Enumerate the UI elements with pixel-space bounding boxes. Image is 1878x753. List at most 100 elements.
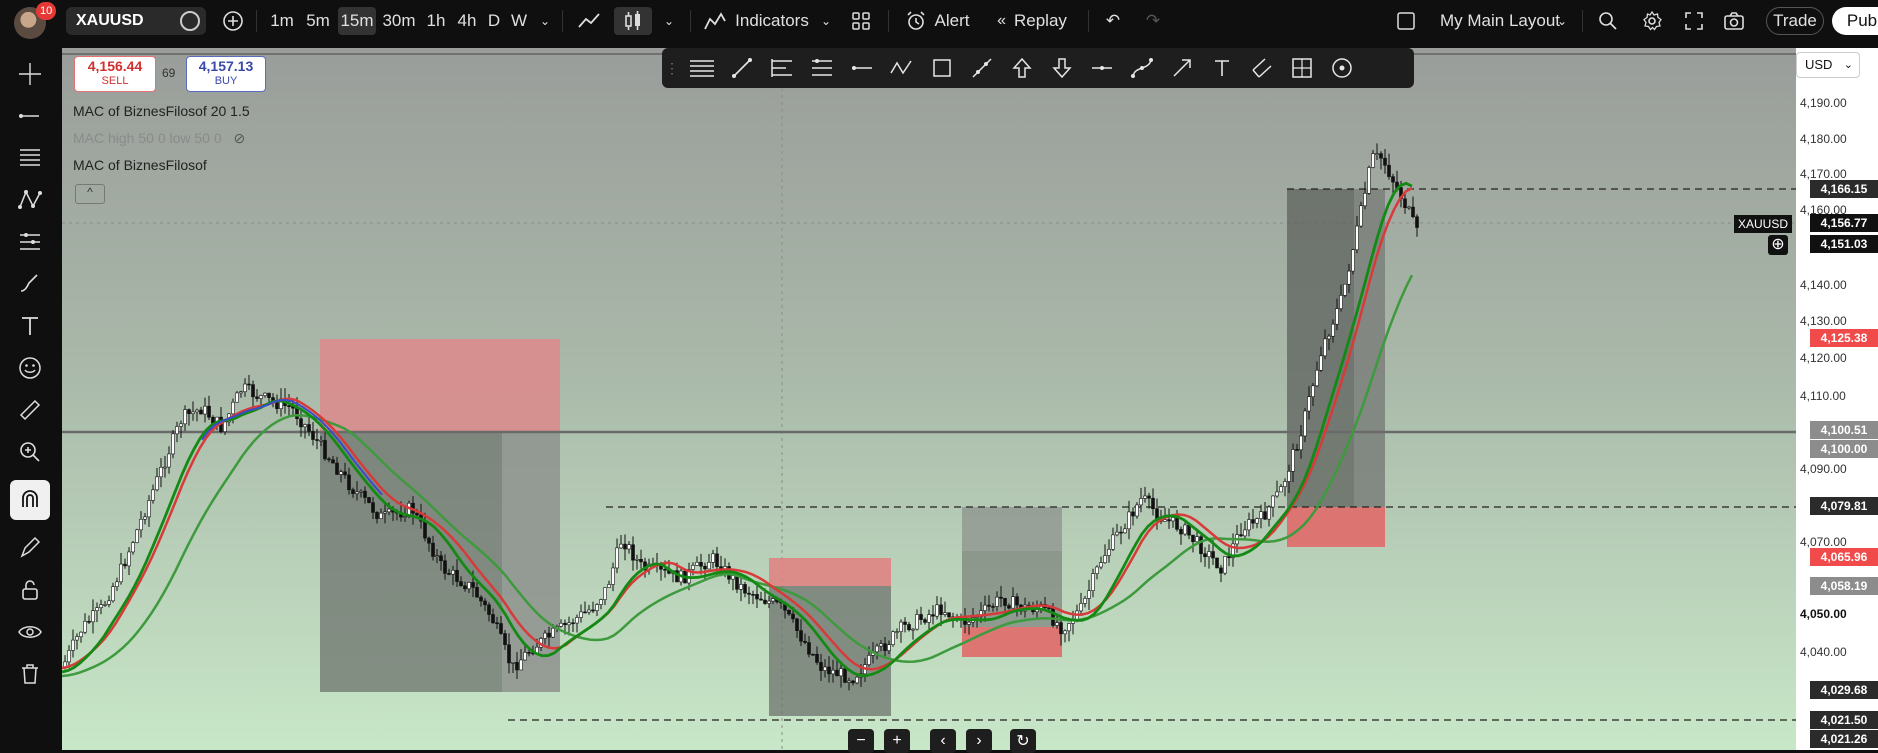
price-chart[interactable] bbox=[62, 48, 1796, 750]
tick-4050: 4,050.00 bbox=[1800, 607, 1847, 621]
crosshair-icon[interactable] bbox=[10, 54, 50, 94]
brush-icon[interactable] bbox=[10, 264, 50, 304]
timeframe-4h[interactable]: 4h bbox=[452, 7, 482, 35]
replay-button[interactable]: « Replay bbox=[990, 7, 1074, 35]
timeframe-w[interactable]: W bbox=[508, 7, 530, 35]
add-alert-plus-icon[interactable]: ⊕ bbox=[1768, 235, 1788, 255]
candle-body bbox=[883, 643, 887, 651]
magnet-icon[interactable] bbox=[10, 480, 50, 520]
extended-line-icon[interactable] bbox=[962, 48, 1002, 88]
timeframe-dropdown-icon[interactable]: ⌄ bbox=[534, 7, 556, 35]
parallel-channel-icon[interactable] bbox=[1242, 48, 1282, 88]
alert-button[interactable]: Alert bbox=[900, 7, 974, 35]
symbol-info-icon[interactable] bbox=[180, 11, 200, 31]
scroll-right-icon[interactable]: › bbox=[966, 729, 992, 753]
fib-retracement-icon[interactable] bbox=[10, 138, 50, 178]
candle-body bbox=[991, 606, 995, 608]
indicators-dropdown-icon[interactable]: ⌄ bbox=[816, 7, 836, 35]
layout-dropdown-icon[interactable]: ⌄ bbox=[1552, 7, 1572, 35]
long-position-stop-zone bbox=[962, 627, 1062, 657]
arrow-up-icon[interactable] bbox=[1002, 48, 1042, 88]
candle-body bbox=[1267, 506, 1271, 520]
candle-body bbox=[711, 553, 715, 563]
reset-chart-icon[interactable]: ↻ bbox=[1010, 729, 1036, 753]
timeframe-30m[interactable]: 30m bbox=[380, 7, 418, 35]
scroll-left-icon[interactable]: ‹ bbox=[930, 729, 956, 753]
forecast-tools-icon[interactable] bbox=[10, 222, 50, 262]
candle-chart-icon[interactable] bbox=[614, 7, 652, 35]
path-tool-icon[interactable] bbox=[882, 48, 922, 88]
trend-line-icon[interactable] bbox=[10, 96, 50, 136]
chart-canvas[interactable] bbox=[62, 48, 1796, 750]
eye-icon[interactable] bbox=[10, 612, 50, 652]
emoji-icon[interactable] bbox=[10, 348, 50, 388]
fullscreen-icon[interactable] bbox=[1680, 7, 1708, 35]
arrow-down-icon[interactable] bbox=[1042, 48, 1082, 88]
currency-select[interactable]: USD ⌄ bbox=[1796, 52, 1860, 78]
curve-tool-icon[interactable] bbox=[1122, 48, 1162, 88]
candle-body bbox=[79, 631, 83, 638]
timeframe-1m[interactable]: 1m bbox=[266, 7, 298, 35]
collapse-legend-chevron-icon[interactable]: ^ bbox=[75, 184, 105, 204]
hidden-eye-icon[interactable]: ⊘ bbox=[234, 130, 246, 146]
horizontal-lines-icon[interactable] bbox=[682, 48, 722, 88]
lock-drawings-pencil-icon[interactable] bbox=[10, 528, 50, 568]
pattern-icon[interactable] bbox=[10, 180, 50, 220]
symbol-search[interactable]: XAUUSD bbox=[66, 7, 206, 35]
indicator-legend-3[interactable]: MAC of BiznesFilosof bbox=[73, 157, 207, 173]
tick-4190: 4,190.00 bbox=[1800, 96, 1847, 110]
add-symbol-icon[interactable] bbox=[220, 7, 246, 35]
undo-icon[interactable]: ↶ bbox=[1100, 7, 1126, 35]
timeframe-1h[interactable]: 1h bbox=[422, 7, 450, 35]
trade-button[interactable]: Trade bbox=[1766, 7, 1824, 35]
templates-grid-icon[interactable] bbox=[848, 7, 874, 35]
zoom-out-icon[interactable]: − bbox=[848, 729, 874, 753]
candle-body bbox=[1347, 270, 1351, 285]
quick-search-icon[interactable] bbox=[1594, 7, 1622, 35]
line-chart-icon[interactable] bbox=[572, 7, 606, 35]
settings-gear-icon[interactable] bbox=[1638, 7, 1666, 35]
zoom-in-button-icon[interactable]: + bbox=[884, 729, 910, 753]
buy-button[interactable]: 4,157.13 BUY bbox=[186, 56, 266, 92]
candle-body bbox=[463, 585, 467, 590]
arrow-tool-icon[interactable] bbox=[1162, 48, 1202, 88]
settings-circle-icon[interactable] bbox=[1322, 48, 1362, 88]
layout-name-button[interactable]: My Main Layout bbox=[1432, 7, 1568, 35]
ruler-icon[interactable] bbox=[10, 390, 50, 430]
zoom-in-icon[interactable] bbox=[10, 432, 50, 472]
candle-body bbox=[1259, 511, 1263, 519]
candle-body bbox=[1371, 153, 1375, 168]
timeframe-5m[interactable]: 5m bbox=[302, 7, 334, 35]
price-label-4100-51: 4,100.51 bbox=[1810, 421, 1878, 439]
trend-line-tool-icon[interactable] bbox=[722, 48, 762, 88]
trash-icon[interactable] bbox=[10, 654, 50, 694]
candle-body bbox=[327, 458, 331, 461]
lock-icon[interactable] bbox=[10, 570, 50, 610]
indicators-button[interactable]: Indicators bbox=[700, 7, 812, 35]
timeframe-15m[interactable]: 15m bbox=[338, 7, 376, 35]
camera-snapshot-icon[interactable] bbox=[1720, 7, 1748, 35]
candle-body bbox=[1239, 534, 1243, 537]
publish-button[interactable]: Pub bbox=[1832, 7, 1878, 35]
candle-body bbox=[567, 622, 571, 626]
candle-body bbox=[1279, 486, 1283, 493]
text-tool-icon[interactable] bbox=[10, 306, 50, 346]
price-label-icon[interactable] bbox=[1082, 48, 1122, 88]
indicator-legend-2[interactable]: MAC high 50 0 low 50 0 ⊘ bbox=[73, 130, 245, 147]
fib-tool-icon[interactable] bbox=[802, 48, 842, 88]
redo-icon[interactable]: ↷ bbox=[1140, 7, 1166, 35]
chart-type-dropdown-icon[interactable]: ⌄ bbox=[658, 7, 680, 35]
timeframe-d[interactable]: D bbox=[484, 7, 504, 35]
sell-button[interactable]: 4,156.44 SELL bbox=[74, 56, 156, 92]
long-short-tool-icon[interactable] bbox=[762, 48, 802, 88]
layout-icon[interactable] bbox=[1394, 7, 1418, 35]
rectangle-tool-icon[interactable] bbox=[922, 48, 962, 88]
candle-body bbox=[167, 453, 171, 468]
ray-tool-icon[interactable] bbox=[842, 48, 882, 88]
floating-drawing-toolbar: ⋮ bbox=[662, 48, 1414, 88]
measure-tool-icon[interactable] bbox=[1282, 48, 1322, 88]
text-icon[interactable] bbox=[1202, 48, 1242, 88]
drag-handle-icon[interactable]: ⋮ bbox=[662, 48, 682, 88]
candle-body bbox=[295, 407, 299, 419]
indicator-legend-1[interactable]: MAC of BiznesFilosof 20 1.5 bbox=[73, 103, 250, 119]
